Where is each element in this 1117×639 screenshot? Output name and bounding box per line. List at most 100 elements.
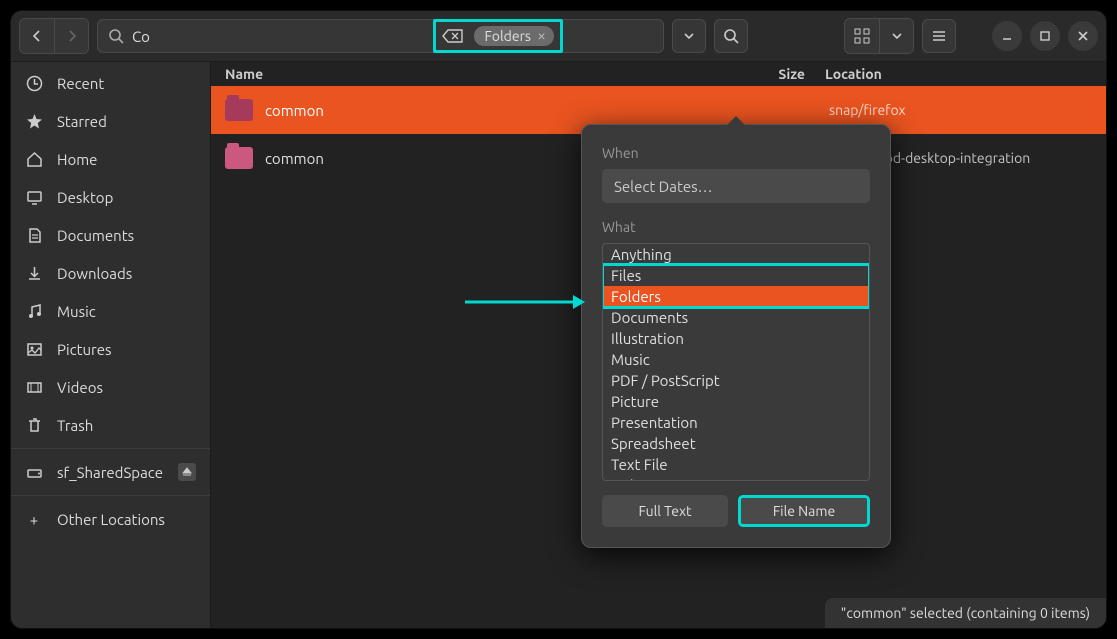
eject-icon bbox=[182, 467, 192, 477]
select-dates-button[interactable]: Select Dates… bbox=[602, 169, 870, 203]
file-location: snap/firefox bbox=[829, 102, 906, 118]
what-item-picture[interactable]: Picture bbox=[603, 391, 869, 412]
clock-icon bbox=[25, 75, 43, 92]
minimize-button[interactable] bbox=[992, 21, 1022, 51]
col-header-size[interactable]: Size bbox=[725, 66, 805, 82]
download-icon bbox=[25, 265, 43, 282]
picture-icon bbox=[25, 341, 43, 358]
what-item-text-file[interactable]: Text File bbox=[603, 454, 869, 475]
section-label-when: When bbox=[602, 145, 870, 161]
sidebar-item-label: Pictures bbox=[57, 341, 112, 358]
close-icon bbox=[1077, 30, 1089, 42]
sidebar-item-trash[interactable]: Trash bbox=[11, 406, 210, 444]
plus-icon: + bbox=[25, 511, 43, 528]
grid-icon bbox=[854, 28, 870, 44]
maximize-button[interactable] bbox=[1030, 21, 1060, 51]
nav-buttons bbox=[19, 18, 89, 54]
search-filter-popover: When Select Dates… What AnythingFilesFol… bbox=[581, 124, 891, 548]
sidebar-item-documents[interactable]: Documents bbox=[11, 216, 210, 254]
maximize-icon bbox=[1039, 30, 1051, 42]
filter-dropdown-button[interactable] bbox=[672, 19, 706, 53]
what-item-documents[interactable]: Documents bbox=[603, 307, 869, 328]
sidebar-item-videos[interactable]: Videos bbox=[11, 368, 210, 406]
eject-button[interactable] bbox=[178, 463, 196, 481]
file-name: common bbox=[265, 102, 324, 119]
sidebar-item-desktop[interactable]: Desktop bbox=[11, 178, 210, 216]
status-bar: "common" selected (containing 0 items) bbox=[825, 598, 1106, 628]
annotation-arrow bbox=[465, 292, 585, 312]
star-icon bbox=[25, 113, 43, 130]
sidebar-item-label: Starred bbox=[57, 113, 107, 130]
folder-icon bbox=[225, 147, 253, 169]
file-name-button[interactable]: File Name bbox=[738, 495, 870, 527]
search-icon bbox=[108, 28, 124, 44]
sidebar-item-pictures[interactable]: Pictures bbox=[11, 330, 210, 368]
chevron-down-icon bbox=[683, 30, 695, 42]
grid-view-button[interactable] bbox=[845, 19, 879, 53]
window-body: Recent Starred Home Desktop Documents Do… bbox=[11, 62, 1106, 628]
col-header-location[interactable]: Location bbox=[805, 66, 882, 82]
sidebar-item-label: Music bbox=[57, 303, 96, 320]
close-icon[interactable]: × bbox=[537, 28, 546, 44]
what-item-files[interactable]: Files bbox=[603, 265, 869, 286]
sidebar-item-label: Other Locations bbox=[57, 511, 165, 528]
what-item-spreadsheet[interactable]: Spreadsheet bbox=[603, 433, 869, 454]
sidebar-item-label: Recent bbox=[57, 75, 104, 92]
sidebar-item-label: Videos bbox=[57, 379, 103, 396]
sidebar: Recent Starred Home Desktop Documents Do… bbox=[11, 62, 211, 628]
sidebar-item-sf_sharedspace[interactable]: sf_SharedSpace bbox=[11, 453, 210, 491]
search-field[interactable]: Folders × bbox=[97, 19, 664, 53]
status-text: "common" selected (containing 0 items) bbox=[841, 605, 1090, 621]
search-mode-buttons: Full Text File Name bbox=[602, 495, 870, 527]
sidebar-item-label: Trash bbox=[57, 417, 93, 434]
view-mode-buttons bbox=[844, 18, 914, 54]
what-item-music[interactable]: Music bbox=[603, 349, 869, 370]
filter-chip-folders[interactable]: Folders × bbox=[474, 26, 554, 46]
video-icon bbox=[25, 379, 43, 396]
search-toggle-button[interactable] bbox=[714, 19, 748, 53]
chevron-left-icon bbox=[31, 30, 43, 42]
filter-chip-label: Folders bbox=[484, 28, 531, 44]
chevron-right-icon bbox=[66, 30, 78, 42]
full-text-button[interactable]: Full Text bbox=[602, 495, 728, 527]
nav-back-button[interactable] bbox=[20, 19, 54, 53]
sidebar-item-recent[interactable]: Recent bbox=[11, 64, 210, 102]
sidebar-item-home[interactable]: Home bbox=[11, 140, 210, 178]
hamburger-menu-button[interactable] bbox=[922, 19, 956, 53]
folder-icon bbox=[225, 99, 253, 121]
sidebar-item-label: Documents bbox=[57, 227, 134, 244]
col-header-name[interactable]: Name bbox=[225, 66, 725, 82]
what-item-pdf-postscript[interactable]: PDF / PostScript bbox=[603, 370, 869, 391]
close-button[interactable] bbox=[1068, 21, 1098, 51]
backspace-icon[interactable] bbox=[442, 28, 464, 44]
what-item-presentation[interactable]: Presentation bbox=[603, 412, 869, 433]
filter-chip-group: Folders × bbox=[433, 19, 563, 53]
music-icon bbox=[25, 303, 43, 320]
doc-icon bbox=[25, 227, 43, 244]
nav-forward-button[interactable] bbox=[54, 19, 88, 53]
sidebar-item-music[interactable]: Music bbox=[11, 292, 210, 330]
search-input[interactable] bbox=[132, 28, 192, 45]
what-item-folders[interactable]: Folders bbox=[603, 286, 869, 307]
file-manager-window: Folders × Recent Starred Home Desktop Do… bbox=[10, 10, 1107, 629]
what-item-video[interactable]: Video bbox=[603, 475, 869, 481]
file-name: common bbox=[265, 150, 324, 167]
desktop-icon bbox=[25, 189, 43, 206]
trash-icon bbox=[25, 417, 43, 434]
sidebar-other-locations[interactable]: + Other Locations bbox=[11, 500, 210, 538]
minimize-icon bbox=[1001, 30, 1013, 42]
drive-icon bbox=[25, 464, 43, 481]
what-item-illustration[interactable]: Illustration bbox=[603, 328, 869, 349]
view-dropdown-button[interactable] bbox=[879, 19, 913, 53]
home-icon bbox=[25, 151, 43, 168]
sidebar-item-label: Desktop bbox=[57, 189, 113, 206]
header-bar: Folders × bbox=[11, 11, 1106, 62]
sidebar-item-label: sf_SharedSpace bbox=[57, 464, 163, 481]
sidebar-item-label: Downloads bbox=[57, 265, 132, 282]
sidebar-item-starred[interactable]: Starred bbox=[11, 102, 210, 140]
sidebar-item-downloads[interactable]: Downloads bbox=[11, 254, 210, 292]
section-label-what: What bbox=[602, 219, 870, 235]
what-item-anything[interactable]: Anything bbox=[603, 244, 869, 265]
what-type-list: AnythingFilesFoldersDocumentsIllustratio… bbox=[602, 243, 870, 481]
columns-header: Name Size Location bbox=[211, 62, 1106, 86]
